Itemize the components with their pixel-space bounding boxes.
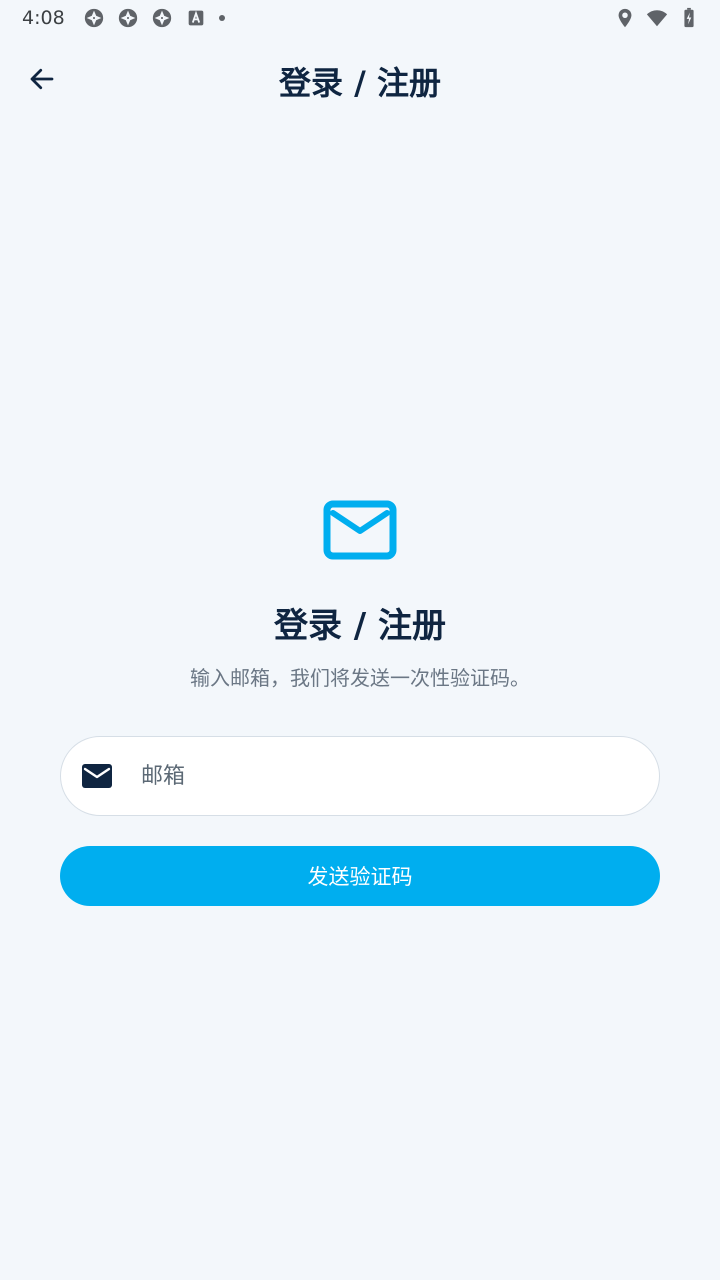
aperture-icon [118, 8, 137, 28]
wifi-icon [646, 10, 668, 27]
aperture-icon [152, 8, 171, 28]
app-bar: 登录 / 注册 [0, 44, 720, 114]
status-time: 4:08 [22, 7, 65, 29]
aperture-icon [84, 8, 103, 28]
subtitle: 输入邮箱，我们将发送一次性验证码。 [190, 666, 530, 690]
status-bar: 4:08 [0, 0, 720, 36]
page-title: 登录 / 注册 [279, 64, 441, 102]
location-icon [618, 8, 632, 28]
dot-icon [218, 15, 225, 21]
send-code-button[interactable]: 发送验证码 [60, 846, 660, 906]
email-input[interactable] [139, 762, 623, 790]
battery-charging-icon [684, 7, 694, 28]
heading: 登录 / 注册 [273, 606, 447, 646]
status-right [614, 7, 700, 29]
status-left: 4:08 [22, 7, 225, 29]
mail-icon [323, 500, 397, 560]
keyboard-a-icon [188, 10, 204, 26]
mail-icon [81, 763, 113, 789]
email-field[interactable] [60, 736, 660, 816]
